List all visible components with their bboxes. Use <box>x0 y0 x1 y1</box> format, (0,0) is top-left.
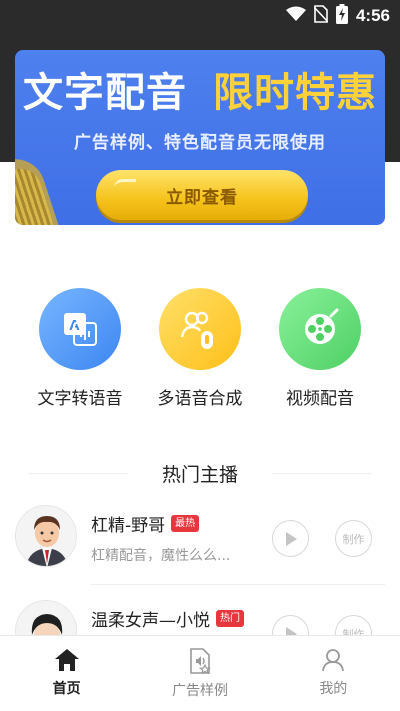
feature-grid: A 文字转语音 多语音合成 视频配音 <box>0 288 400 409</box>
divider <box>272 472 373 474</box>
banner-title-yellow: 限时特惠 <box>213 70 377 116</box>
anchor-description: 杠精配音，魔性么么... <box>91 548 231 564</box>
play-icon <box>285 531 297 546</box>
hot-anchors-header: 热门主播 <box>28 460 373 486</box>
bottom-tab-bar: 首页 广告样例 我的 <box>0 635 400 711</box>
promo-banner[interactable]: 文字配音 限时特惠 广告样例、特色配音员无限使用 立即查看 <box>15 50 385 225</box>
wifi-icon <box>285 6 306 26</box>
anchor-name-row: 温柔女声—小悦 热门 <box>91 606 244 631</box>
text-to-speech-icon: A <box>39 288 121 370</box>
tab-label: 广告样例 <box>171 683 228 699</box>
status-bar: 4:56 <box>0 0 400 32</box>
divider <box>91 584 385 585</box>
ad-sample-icon <box>190 648 211 674</box>
hot-badge: 最热 <box>171 515 200 532</box>
banner-subtitle: 广告样例、特色配音员无限使用 <box>74 133 326 153</box>
feature-label: 文字转语音 <box>37 389 123 409</box>
play-button[interactable] <box>272 520 309 557</box>
anchor-name: 杠精-野哥 <box>91 516 166 536</box>
feature-label: 多语音合成 <box>157 389 243 409</box>
make-button[interactable]: 制作 <box>335 520 372 557</box>
tab-ad-samples[interactable]: 广告样例 <box>133 636 266 711</box>
multi-voice-icon <box>159 288 241 370</box>
feature-label: 视频配音 <box>286 389 354 409</box>
no-sim-icon <box>313 5 329 27</box>
home-icon <box>54 649 79 671</box>
tab-mine[interactable]: 我的 <box>267 636 400 711</box>
battery-charging-icon <box>335 4 348 28</box>
hot-badge: 热门 <box>216 610 244 627</box>
banner-title-white: 文字配音 <box>23 70 187 116</box>
anchor-name: 温柔女声—小悦 <box>91 611 210 631</box>
tab-home[interactable]: 首页 <box>0 636 133 711</box>
anchor-name-row: 杠精-野哥 最热 <box>91 511 200 536</box>
feature-multi-voice[interactable]: 多语音合成 <box>142 288 258 409</box>
tab-label: 首页 <box>52 681 81 697</box>
feature-video-dubbing[interactable]: 视频配音 <box>262 288 378 409</box>
divider <box>28 472 128 474</box>
tab-label: 我的 <box>319 681 348 697</box>
video-dubbing-icon <box>279 288 361 370</box>
anchor-item[interactable]: 杠精-野哥 最热 杠精配音，魔性么么... 制作 <box>15 505 385 585</box>
user-icon <box>322 649 345 672</box>
view-now-button[interactable]: 立即查看 <box>96 170 308 220</box>
section-title: 热门主播 <box>162 463 239 486</box>
feature-text-to-speech[interactable]: A 文字转语音 <box>22 288 138 409</box>
avatar <box>15 505 77 567</box>
status-time: 4:56 <box>355 6 390 25</box>
